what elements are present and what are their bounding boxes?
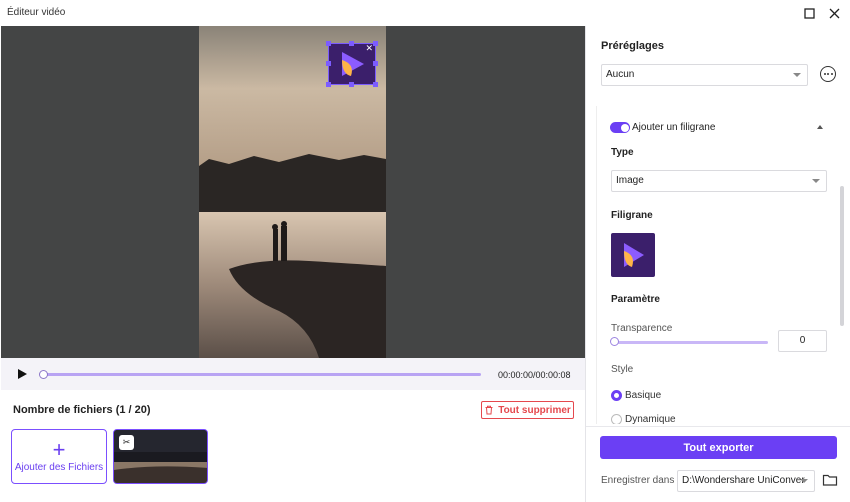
resize-handle[interactable]	[373, 82, 378, 87]
resize-handle[interactable]	[326, 41, 331, 46]
resize-handle[interactable]	[349, 82, 354, 87]
plus-icon: +	[52, 437, 66, 462]
video-preview: ✕	[1, 26, 585, 358]
filigrane-title: Filigrane	[611, 210, 653, 221]
presets-title: Préréglages	[601, 40, 664, 52]
panel-scrollbar[interactable]	[840, 186, 844, 326]
style-option-dynamique: Dynamique	[625, 414, 676, 424]
presets-select[interactable]: Aucun	[601, 64, 808, 86]
save-path-select[interactable]: D:\Wondershare UniConver	[677, 470, 815, 492]
watermark-overlay[interactable]: ✕	[326, 41, 378, 87]
transparence-slider-knob[interactable]	[610, 337, 619, 346]
more-options-icon[interactable]	[820, 66, 836, 82]
file-thumbnail[interactable]: ✂	[113, 429, 208, 484]
presets-value: Aucun	[606, 69, 635, 80]
transparence-label: Transparence	[611, 323, 673, 334]
window-title: Éditeur vidéo	[7, 7, 66, 18]
watermark-toggle-label: Ajouter un filigrane	[632, 122, 716, 133]
timeline-knob[interactable]	[39, 370, 48, 379]
maximize-icon[interactable]	[800, 4, 818, 22]
type-select[interactable]: Image	[611, 170, 827, 192]
watermark-toggle[interactable]	[610, 122, 630, 133]
watermark-image[interactable]	[611, 233, 655, 277]
timeline-track[interactable]	[43, 373, 481, 376]
style-radio-dynamique[interactable]	[611, 414, 622, 424]
transparence-slider[interactable]	[615, 341, 768, 344]
add-files-label: Ajouter des Fichiers	[14, 462, 104, 473]
chevron-down-icon	[793, 73, 801, 77]
delete-all-button[interactable]: Tout supprimer	[481, 401, 574, 419]
chevron-up-icon[interactable]	[817, 125, 823, 129]
resize-handle[interactable]	[349, 41, 354, 46]
cut-icon[interactable]: ✂	[119, 435, 134, 450]
param-title: Paramètre	[611, 294, 660, 305]
trash-icon	[485, 405, 493, 415]
style-radio-basique[interactable]	[611, 390, 622, 401]
settings-scroll-area[interactable]: Ajouter un filigrane Type Image Filigran…	[596, 106, 830, 424]
time-display: 00:00:00/00:00:08	[498, 370, 571, 380]
folder-icon[interactable]	[822, 472, 838, 488]
resize-handle[interactable]	[373, 61, 378, 66]
play-icon[interactable]	[15, 367, 29, 381]
settings-panel: Préréglages Aucun Ajouter un filigrane T…	[585, 26, 850, 502]
resize-handle[interactable]	[373, 41, 378, 46]
save-path-value: D:\Wondershare UniConver	[682, 475, 805, 486]
type-value: Image	[616, 175, 644, 186]
save-location-label: Enregistrer dans	[601, 475, 675, 486]
close-icon[interactable]	[825, 4, 843, 22]
style-option-basique: Basique	[625, 390, 662, 401]
resize-handle[interactable]	[326, 61, 331, 66]
divider	[586, 426, 850, 427]
chevron-down-icon	[800, 479, 808, 483]
add-files-button[interactable]: + Ajouter des Fichiers	[11, 429, 107, 484]
type-title: Type	[611, 147, 634, 158]
remove-watermark-icon[interactable]: ✕	[365, 43, 373, 53]
title-bar: Éditeur vidéo	[0, 0, 850, 26]
transparence-input[interactable]: 0	[778, 330, 827, 352]
style-label: Style	[611, 364, 634, 375]
export-all-button[interactable]: Tout exporter	[600, 436, 837, 459]
delete-all-label: Tout supprimer	[498, 404, 571, 416]
chevron-down-icon	[812, 179, 820, 183]
playback-bar: 00:00:00/00:00:08	[1, 358, 585, 390]
files-count-title: Nombre de fichiers (1 / 20)	[13, 404, 151, 416]
resize-handle[interactable]	[326, 82, 331, 87]
